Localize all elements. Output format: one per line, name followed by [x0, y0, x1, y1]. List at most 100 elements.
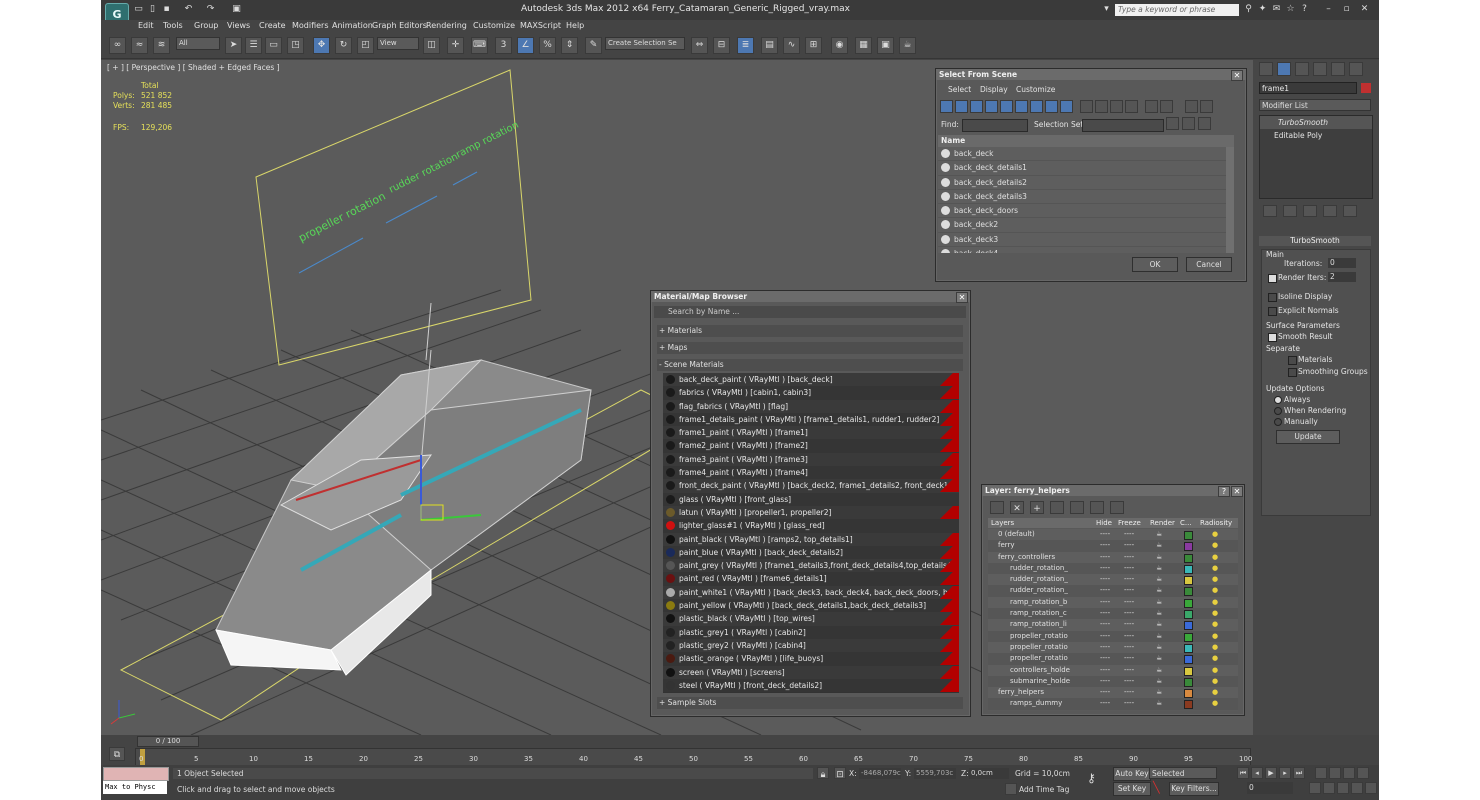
- sfs-list-item[interactable]: back_deck3: [938, 232, 1234, 248]
- filter-cameras-icon[interactable]: [985, 100, 998, 113]
- radiosity-icon[interactable]: ●: [1212, 574, 1218, 585]
- material-list-item[interactable]: plastic_grey2 ( VRayMtl ) [cabin4]: [663, 638, 959, 653]
- new-icon[interactable]: ▭: [133, 4, 144, 15]
- material-list-item[interactable]: latun ( VRayMtl ) [propeller1, propeller…: [663, 505, 959, 520]
- group-maps[interactable]: + Maps: [657, 342, 963, 354]
- selection-lock-icon[interactable]: 🔒︎: [817, 767, 829, 780]
- col-freeze[interactable]: Freeze: [1118, 518, 1141, 528]
- radiosity-icon[interactable]: ●: [1212, 665, 1218, 676]
- filter-invert-icon[interactable]: [1110, 100, 1123, 113]
- maxscript-mini-listener[interactable]: Max to Physc: [103, 781, 167, 794]
- layer-color-swatch[interactable]: [1184, 643, 1193, 653]
- render-teapot-icon[interactable]: ☕: [1156, 540, 1162, 551]
- selection-filter-dropdown[interactable]: All: [176, 37, 220, 50]
- layer-hide-toggle[interactable]: ----: [1100, 619, 1110, 630]
- align-icon[interactable]: ⊟: [713, 37, 730, 54]
- render-teapot-icon[interactable]: ☕: [1156, 653, 1162, 664]
- go-to-start-icon[interactable]: ⏮: [1237, 767, 1249, 779]
- material-list-item[interactable]: frame1_paint ( VRayMtl ) [frame1]: [663, 426, 959, 440]
- snaps-toggle-icon[interactable]: 3: [495, 37, 512, 54]
- stack-item-turbosmooth[interactable]: TurboSmooth: [1260, 116, 1372, 129]
- layer-color-swatch[interactable]: [1184, 700, 1193, 710]
- render-teapot-icon[interactable]: ☕: [1156, 619, 1162, 630]
- filter-shapes-icon[interactable]: [955, 100, 968, 113]
- rendered-frame-icon[interactable]: ▣: [877, 37, 894, 54]
- layer-row[interactable]: rudder_rotation_ ---- ---- ☕ ●: [988, 574, 1238, 586]
- render-teapot-icon[interactable]: ☕: [1156, 574, 1162, 585]
- col-radiosity[interactable]: Radiosity: [1200, 518, 1232, 528]
- layer-row[interactable]: propeller_rotatio ---- ---- ☕ ●: [988, 641, 1238, 654]
- filter-lights-icon[interactable]: [970, 100, 983, 113]
- time-config-icon[interactable]: [1309, 782, 1321, 794]
- render-iters-spinner[interactable]: 2: [1328, 272, 1356, 282]
- keyboard-shortcut-icon[interactable]: ⌨: [471, 37, 488, 54]
- mirror-icon[interactable]: ⇔: [691, 37, 708, 54]
- time-tag-icon[interactable]: [1005, 783, 1017, 795]
- material-list-item[interactable]: steel ( VRayMtl ) [front_deck_details2]: [663, 678, 959, 693]
- layer-freeze-toggle[interactable]: ----: [1124, 597, 1134, 608]
- layer-color-swatch[interactable]: [1184, 666, 1193, 676]
- link-icon[interactable]: ∞: [109, 37, 126, 54]
- maximize-viewport-icon[interactable]: [1365, 782, 1377, 794]
- zoom-icon[interactable]: [1315, 767, 1327, 779]
- next-frame-icon[interactable]: ▸: [1279, 767, 1291, 779]
- layer-hide-toggle[interactable]: ----: [1100, 529, 1110, 540]
- layer-freeze-toggle[interactable]: ----: [1124, 642, 1134, 653]
- sfs-find-input[interactable]: [962, 119, 1028, 132]
- minimize-icon[interactable]: –: [1323, 4, 1334, 15]
- auto-key-button[interactable]: Auto Key: [1113, 767, 1151, 781]
- menu-edit[interactable]: Edit: [138, 21, 154, 30]
- freeze-all-layers-icon[interactable]: [1110, 501, 1124, 514]
- layer-row[interactable]: rudder_rotation_ ---- ---- ☕ ●: [988, 562, 1238, 575]
- col-hide[interactable]: Hide: [1096, 518, 1112, 528]
- material-list-item[interactable]: plastic_orange ( VRayMtl ) [life_buoys]: [663, 652, 959, 666]
- set-key-icon[interactable]: ⚷: [1087, 771, 1107, 785]
- layer-freeze-toggle[interactable]: ----: [1124, 574, 1134, 585]
- object-color-swatch[interactable]: [1361, 83, 1371, 93]
- layer-row[interactable]: controllers_holde ---- ---- ☕ ●: [988, 664, 1238, 676]
- zoom-extents-icon[interactable]: [1343, 767, 1355, 779]
- layer-freeze-toggle[interactable]: ----: [1124, 540, 1134, 551]
- material-list-item[interactable]: frame2_paint ( VRayMtl ) [frame2]: [663, 439, 959, 453]
- field-of-view-icon[interactable]: [1323, 782, 1335, 794]
- group-sample-slots[interactable]: + Sample Slots: [657, 697, 963, 709]
- make-unique-icon[interactable]: [1303, 205, 1317, 217]
- layer-manager-icon[interactable]: ≣: [737, 37, 754, 54]
- select-from-scene-close-icon[interactable]: ✕: [1231, 70, 1243, 81]
- filter-groups-icon[interactable]: [1030, 100, 1043, 113]
- delete-layer-icon[interactable]: ✕: [1010, 501, 1024, 514]
- radiosity-icon[interactable]: ●: [1212, 529, 1218, 540]
- layer-freeze-toggle[interactable]: ----: [1124, 585, 1134, 596]
- viewport-label[interactable]: [ + ] [ Perspective ] [ Shaded + Edged F…: [107, 63, 280, 72]
- layer-row[interactable]: ramp_rotation_b ---- ---- ☕ ●: [988, 596, 1238, 609]
- key-mode-dropdown[interactable]: Selected: [1149, 767, 1217, 779]
- layer-hide-toggle[interactable]: ----: [1100, 631, 1110, 642]
- layer-row[interactable]: ferry_helpers ---- ---- ☕ ●: [988, 687, 1238, 699]
- previous-frame-icon[interactable]: ◂: [1251, 767, 1263, 779]
- layer-hide-toggle[interactable]: ----: [1100, 608, 1110, 619]
- update-button[interactable]: Update: [1276, 430, 1340, 444]
- create-layer-icon[interactable]: [990, 501, 1004, 514]
- separate-smoothing-checkbox[interactable]: [1288, 368, 1297, 377]
- material-list-item[interactable]: paint_black ( VRayMtl ) [ramps2, top_det…: [663, 532, 959, 546]
- iterations-spinner[interactable]: 0: [1328, 258, 1356, 268]
- reference-coordinate-dropdown[interactable]: View: [377, 37, 419, 50]
- add-time-tag[interactable]: Add Time Tag: [1019, 785, 1069, 794]
- named-selection-dropdown[interactable]: Create Selection Se: [605, 37, 685, 50]
- menu-customize[interactable]: Customize: [473, 21, 515, 30]
- mini-curve-editor-icon[interactable]: ⧉: [109, 747, 125, 761]
- material-list-item[interactable]: paint_white1 ( VRayMtl ) [back_deck3, ba…: [663, 585, 959, 600]
- pin-stack-icon[interactable]: [1263, 205, 1277, 217]
- radiosity-icon[interactable]: ●: [1212, 585, 1218, 596]
- render-teapot-icon[interactable]: ☕: [1156, 676, 1162, 687]
- orbit-icon[interactable]: [1351, 782, 1363, 794]
- render-teapot-icon[interactable]: ☕: [1156, 585, 1162, 596]
- modify-tab-icon[interactable]: [1277, 62, 1291, 76]
- pivot-center-icon[interactable]: ◫: [423, 37, 440, 54]
- sfs-column-header-name[interactable]: Name: [938, 135, 1234, 147]
- help-search-input[interactable]: Type a keyword or phrase: [1115, 4, 1239, 16]
- when-rendering-radio[interactable]: [1274, 407, 1282, 415]
- graphite-toggle-icon[interactable]: ▤: [761, 37, 778, 54]
- menu-help[interactable]: Help: [566, 21, 584, 30]
- radiosity-icon[interactable]: ●: [1212, 619, 1218, 630]
